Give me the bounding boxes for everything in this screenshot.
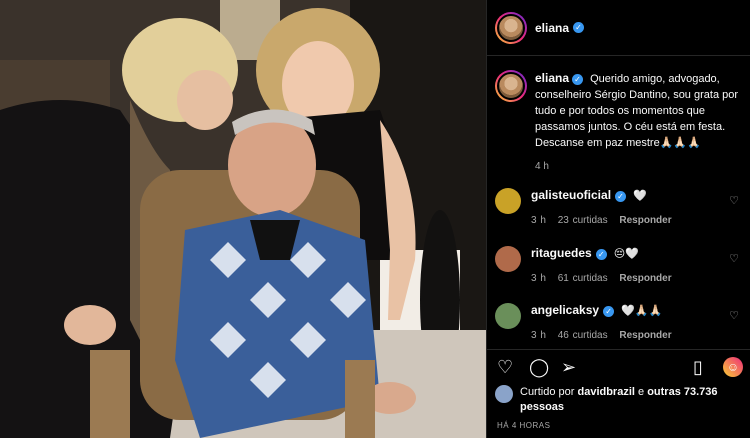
comment-time[interactable]: 3 h <box>531 215 546 226</box>
comment-item: ritaguedes ✓ 😔🤍 3 h 61 curtidas Responder… <box>495 246 745 286</box>
reply-button[interactable]: Responder <box>619 330 671 341</box>
comment-username[interactable]: galisteuoficial <box>531 188 611 202</box>
emoji-icon[interactable]: ☺ <box>723 357 743 377</box>
bookmark-icon[interactable]: ▯ <box>693 357 703 377</box>
comment-time[interactable]: 3 h <box>531 273 546 284</box>
comment-text: 🤍🙏🏻🙏🏻 <box>621 305 663 317</box>
comment-text: 🤍 <box>633 190 647 202</box>
comment-heart-icon[interactable]: ♡ <box>729 194 739 207</box>
comment-time[interactable]: 3 h <box>531 330 546 341</box>
commenter-avatar[interactable] <box>495 303 521 329</box>
commenter-avatar[interactable] <box>495 188 521 214</box>
comment-item: angelicaksy ✓ 🤍🙏🏻🙏🏻 3 h 46 curtidas Respo… <box>495 303 745 343</box>
post-details-panel: eliana ✓ eliana ✓ Querido amigo, advogado… <box>486 0 750 438</box>
verified-badge-icon: ✓ <box>573 22 585 33</box>
liked-by-user[interactable]: davidbrazil <box>577 386 634 398</box>
verified-badge-icon: ✓ <box>615 190 627 202</box>
liked-by: Curtido por davidbrazil e outras 73.736 … <box>495 385 740 415</box>
post-caption: eliana ✓ Querido amigo, advogado, conselh… <box>487 56 750 175</box>
comment-username[interactable]: angelicaksy <box>531 303 599 317</box>
photo-illustration <box>0 0 486 438</box>
liked-by-suffix: e <box>638 386 645 398</box>
post-timestamp[interactable]: HÁ 4 HORAS <box>497 421 550 430</box>
reply-button[interactable]: Responder <box>619 273 671 284</box>
verified-badge-icon: ✓ <box>595 248 607 260</box>
caption-author-avatar[interactable] <box>495 70 527 102</box>
post-actions: ♡ ◯ ➢ ▯ ☺ <box>495 357 745 379</box>
verified-badge-icon: ✓ <box>603 305 615 317</box>
comment-text: 😔🤍 <box>613 248 639 260</box>
comment-likes[interactable]: 23 curtidas <box>558 215 608 226</box>
verified-badge-icon: ✓ <box>572 73 584 85</box>
author-username[interactable]: eliana <box>535 21 569 35</box>
send-icon[interactable]: ➢ <box>561 357 576 377</box>
caption-username[interactable]: eliana <box>535 71 569 85</box>
comment-likes[interactable]: 61 curtidas <box>558 273 608 284</box>
comment-icon[interactable]: ◯ <box>529 357 549 377</box>
commenter-avatar[interactable] <box>495 246 521 272</box>
post-photo[interactable] <box>0 0 486 438</box>
liker-avatar[interactable] <box>495 385 513 403</box>
heart-icon[interactable]: ♡ <box>497 357 513 377</box>
comment-heart-icon[interactable]: ♡ <box>729 252 739 265</box>
comment-heart-icon[interactable]: ♡ <box>729 309 739 322</box>
comment-username[interactable]: ritaguedes <box>531 246 592 260</box>
comment-likes[interactable]: 46 curtidas <box>558 330 608 341</box>
caption-time: 4 h <box>535 161 549 172</box>
liked-by-prefix: Curtido por <box>520 386 575 398</box>
reply-button[interactable]: Responder <box>619 215 671 226</box>
post-header: eliana ✓ <box>487 0 750 56</box>
divider <box>487 349 750 350</box>
comment-item: galisteuoficial ✓ 🤍 3 h 23 curtidas Respo… <box>495 188 745 228</box>
author-avatar[interactable] <box>495 11 527 44</box>
